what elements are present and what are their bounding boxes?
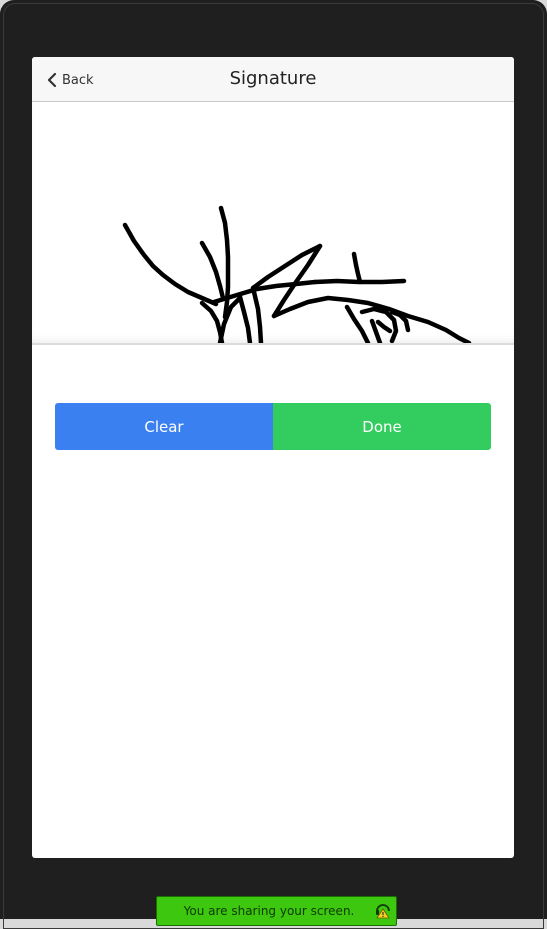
screen-share-banner[interactable]: You are sharing your screen. (156, 896, 397, 926)
nav-bar: Back Signature (32, 57, 514, 102)
clear-button[interactable]: Clear (55, 403, 273, 450)
device-frame: Back Signature Clear Done You are sharin… (0, 0, 547, 929)
headset-warning-icon (374, 901, 392, 919)
page-title: Signature (229, 68, 317, 89)
app-screen: Back Signature Clear Done (32, 57, 514, 858)
done-button[interactable]: Done (273, 403, 491, 450)
signature-strokes (122, 205, 472, 343)
screen-share-message: You are sharing your screen. (183, 904, 355, 918)
signature-actions: Clear Done (55, 403, 491, 450)
clear-button-label: Clear (144, 417, 184, 436)
done-button-label: Done (362, 417, 402, 436)
signature-pad[interactable] (32, 102, 514, 345)
